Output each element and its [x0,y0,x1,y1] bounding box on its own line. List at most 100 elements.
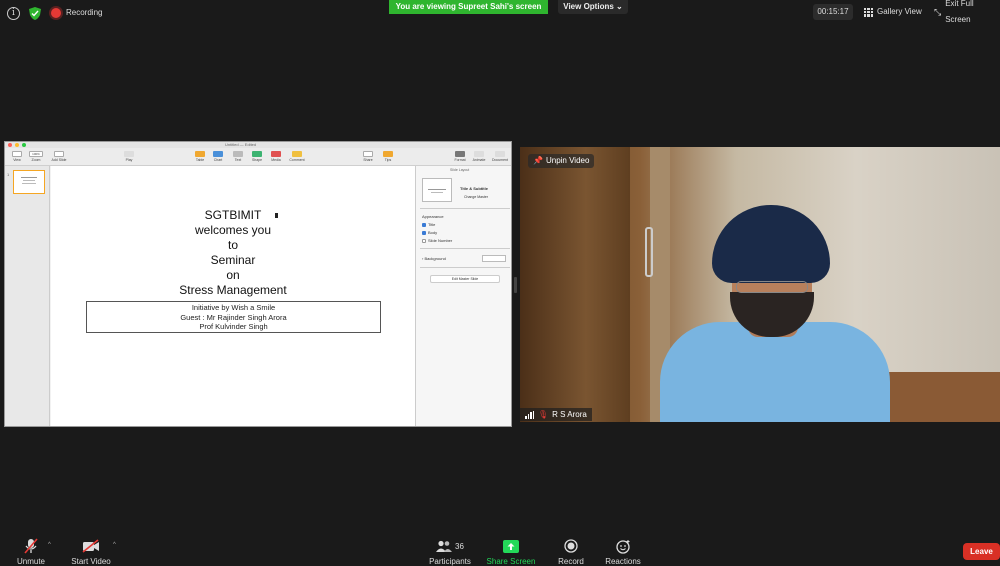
share-screen-label: Share Screen [486,557,536,566]
participants-button[interactable]: 36 Participants [425,538,475,566]
appearance-label: Appearance [422,214,444,219]
slide-body-textbox[interactable]: Initiative by Wish a Smile Guest : Mr Ra… [86,301,381,333]
body-checkbox[interactable]: Body [422,230,437,235]
gallery-view-button[interactable]: Gallery View [860,4,924,20]
record-button[interactable]: Record [552,538,590,566]
start-video-button[interactable]: Start Video [68,538,114,566]
zoom-window-icon[interactable] [22,143,26,147]
toolbar-chart-label: Chart [213,158,223,162]
minimize-window-icon[interactable] [15,143,19,147]
leave-button[interactable]: Leave [963,543,1000,560]
toolbar-table-button[interactable]: Table [193,151,207,162]
zoom-value: 100% [29,151,43,157]
reactions-button[interactable]: Reactions [602,538,644,566]
media-icon [271,151,281,157]
participant-name: R S Arora [552,410,587,419]
participant-video-tile[interactable]: 📌 Unpin Video 🎙 R S Arora [520,147,1000,422]
slide-title-line: Seminar [210,253,256,267]
reactions-label: Reactions [605,557,641,566]
share-screen-icon [503,539,519,553]
title-checkbox-label: Title [428,222,436,227]
view-options-button[interactable]: View Options ⌄ [558,0,628,14]
toolbar-text-button[interactable]: Text [231,151,245,162]
participant-name-tag: 🎙 R S Arora [520,408,592,421]
background-section[interactable]: › Background [422,256,446,261]
keynote-window-title: Untitled — Edited [225,142,257,147]
shield-icon[interactable] [29,7,41,20]
slide-body-line: Initiative by Wish a Smile [191,303,276,312]
slide-title-line: to [227,238,238,252]
slide-number-checkbox-label: Slide Number [428,238,453,243]
mic-muted-icon [24,538,38,554]
edit-master-slide-button[interactable]: Edit Master Slide [430,275,500,283]
format-inspector: Slide Layout Title & Subtitle Change Mas… [415,166,511,426]
master-name: Title & Subtitle [460,186,488,191]
tips-icon [383,151,393,157]
toolbar-share-label: Share [363,158,373,162]
unmute-label: Unmute [16,557,45,566]
slide-body-line: Guest : Mr Rajinder Singh Arora [180,312,287,322]
toolbar-tips-button[interactable]: Tips [381,151,395,162]
toolbar-comment-button[interactable]: Comment [287,151,307,162]
title-checkbox[interactable]: Title [422,222,435,227]
inspector-divider [420,267,510,268]
checkbox-checked-icon [422,230,426,235]
record-label: Record [558,557,584,566]
slide-title-line: on [226,268,240,282]
toolbar-format-button[interactable]: Format [451,151,469,162]
resize-handle[interactable] [514,277,517,293]
audio-options-chevron-icon[interactable]: ^ [48,542,51,548]
background-color-well[interactable] [482,255,506,262]
view-options-label: View Options [563,2,614,11]
toolbar-view-label: View [13,158,21,162]
toolbar-chart-button[interactable]: Chart [211,151,225,162]
slide-title-line: Stress Management [179,283,287,297]
toolbar-shape-button[interactable]: Shape [250,151,264,162]
unpin-video-button[interactable]: 📌 Unpin Video [528,154,595,168]
checkbox-checked-icon [422,222,426,227]
background-label: Background [424,256,446,261]
participant-glasses [736,281,808,293]
toolbar-document-button[interactable]: Document [489,151,511,162]
slide-number-checkbox[interactable]: Slide Number [422,238,452,243]
view-icon [12,151,22,157]
exit-full-screen-button[interactable]: ⤡ Exit Full Screen [930,0,1000,24]
body-checkbox-label: Body [428,230,438,235]
text-icon [233,151,243,157]
share-screen-button[interactable]: Share Screen [486,538,536,566]
add-slide-icon [54,151,64,157]
keynote-toolbar: View 100% Zoom Add Slide Play Table Char… [5,148,511,166]
record-icon [564,539,578,553]
slide-canvas[interactable]: SGTBIMIT welcomes you to Seminar on Stre… [51,166,415,426]
video-background-handle [645,227,653,277]
toolbar-share-button[interactable]: Share [361,151,375,162]
exit-full-screen-icon: ⤡ [934,7,942,17]
participant-turban [712,205,830,283]
checkbox-unchecked-icon [422,238,426,243]
inspector-header: Slide Layout [450,168,470,172]
slide-navigator: 1 [5,166,50,426]
toolbar-view-button[interactable]: View [9,151,25,162]
inspector-divider [420,248,510,249]
unmute-button[interactable]: Unmute [14,538,48,566]
toolbar-animate-button[interactable]: Animate [470,151,488,162]
participant-shirt [660,322,890,422]
toolbar-media-button[interactable]: Media [269,151,283,162]
play-icon [124,151,134,157]
toolbar-play-button[interactable]: Play [122,151,136,162]
toolbar-animate-label: Animate [472,158,486,162]
start-video-label: Start Video [71,557,111,566]
shared-screen-keynote: Untitled — Edited View 100% Zoom Add Sli… [4,141,512,427]
mic-muted-icon: 🎙 [538,410,549,419]
recording-icon [51,8,61,18]
toolbar-zoom-button[interactable]: 100% Zoom [27,151,45,162]
close-window-icon[interactable] [8,143,12,147]
video-options-chevron-icon[interactable]: ^ [113,542,116,548]
table-icon [195,151,205,157]
toolbar-add-slide-button[interactable]: Add Slide [49,151,69,162]
slide-thumbnail[interactable] [13,170,45,194]
toolbar-tips-label: Tips [384,158,392,162]
info-icon[interactable]: i [7,7,20,20]
change-master-button[interactable]: Change Master [464,195,488,199]
master-preview[interactable] [422,178,452,202]
